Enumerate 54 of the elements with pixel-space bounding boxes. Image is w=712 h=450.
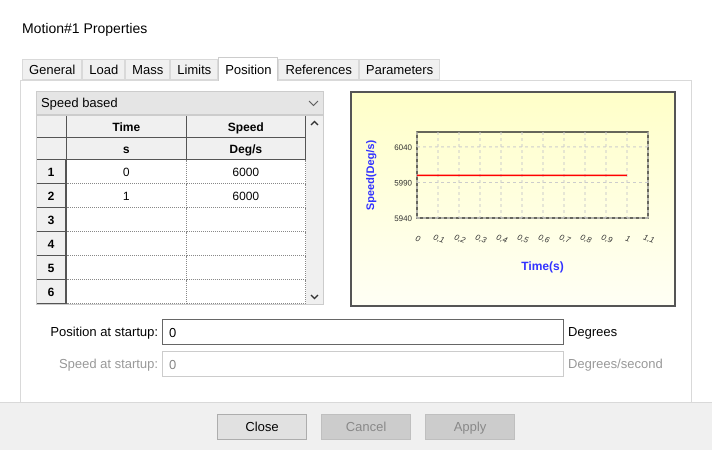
input-field[interactable]: 0 bbox=[162, 319, 564, 345]
x-tick-label: 1 bbox=[624, 234, 632, 244]
tab[interactable]: Parameters bbox=[358, 59, 440, 80]
x-tick-label: 0,4 bbox=[495, 232, 509, 245]
x-tick-label: 0,7 bbox=[558, 232, 572, 245]
table-cell[interactable]: 0 bbox=[67, 160, 186, 184]
tab[interactable]: Mass bbox=[125, 59, 170, 80]
table-cell[interactable] bbox=[67, 256, 186, 280]
y-tick-label: 5990 bbox=[394, 178, 412, 188]
row-header: 4 bbox=[37, 232, 67, 256]
tab[interactable]: General bbox=[22, 59, 82, 80]
tab[interactable]: References bbox=[278, 59, 359, 80]
chevron-down-icon bbox=[308, 100, 319, 106]
x-tick-label: 0,9 bbox=[600, 232, 614, 245]
scroll-down-icon[interactable] bbox=[310, 294, 319, 300]
tab[interactable]: Position bbox=[218, 57, 278, 81]
x-tick-label: 0,6 bbox=[537, 232, 551, 245]
x-axis-title: Time(s) bbox=[521, 259, 564, 273]
table-cell[interactable]: 1 bbox=[67, 184, 186, 208]
column-header: Deg/s bbox=[186, 138, 306, 160]
y-tick-label: 5940 bbox=[394, 214, 412, 223]
unit-label: Degrees/second bbox=[567, 355, 663, 374]
table-cell[interactable] bbox=[67, 208, 186, 232]
corner-cell bbox=[37, 116, 67, 138]
tab[interactable]: Load bbox=[82, 59, 126, 80]
table-cell[interactable] bbox=[67, 280, 186, 304]
table-cell[interactable] bbox=[67, 232, 186, 256]
x-tick-label: 0,3 bbox=[474, 232, 488, 245]
column-header: s bbox=[67, 138, 186, 160]
y-axis-title: Speed(Deg/s) bbox=[365, 140, 377, 210]
field-label: Speed at startup: bbox=[58, 355, 159, 374]
scroll-up-icon[interactable] bbox=[310, 120, 319, 126]
x-tick-label: 0,5 bbox=[516, 232, 530, 245]
row-header: 2 bbox=[37, 184, 67, 208]
dialog-button[interactable]: Close bbox=[217, 414, 307, 440]
row-header: 3 bbox=[37, 208, 67, 232]
x-tick-label: 0 bbox=[414, 234, 422, 244]
x-tick-label: 1,1 bbox=[642, 232, 656, 245]
corner-cell bbox=[37, 138, 67, 160]
row-header: 6 bbox=[37, 280, 67, 304]
column-header: Speed bbox=[186, 116, 306, 138]
tab[interactable]: Limits bbox=[170, 59, 218, 80]
x-tick-label: 0,1 bbox=[432, 232, 446, 245]
x-tick-label: 0,8 bbox=[579, 232, 593, 245]
y-tick-label: 6040 bbox=[394, 142, 412, 152]
row-header: 1 bbox=[37, 160, 67, 184]
scrollbar[interactable] bbox=[306, 116, 323, 304]
window-title: Motion#1 Properties bbox=[22, 18, 148, 38]
row-header: 5 bbox=[37, 256, 67, 280]
field-label: Position at startup: bbox=[49, 323, 159, 342]
x-tick-label: 0,2 bbox=[453, 232, 467, 245]
column-header: Time bbox=[67, 116, 186, 138]
mode-dropdown[interactable]: Speed based bbox=[36, 91, 324, 115]
unit-label: Degrees bbox=[567, 323, 618, 342]
